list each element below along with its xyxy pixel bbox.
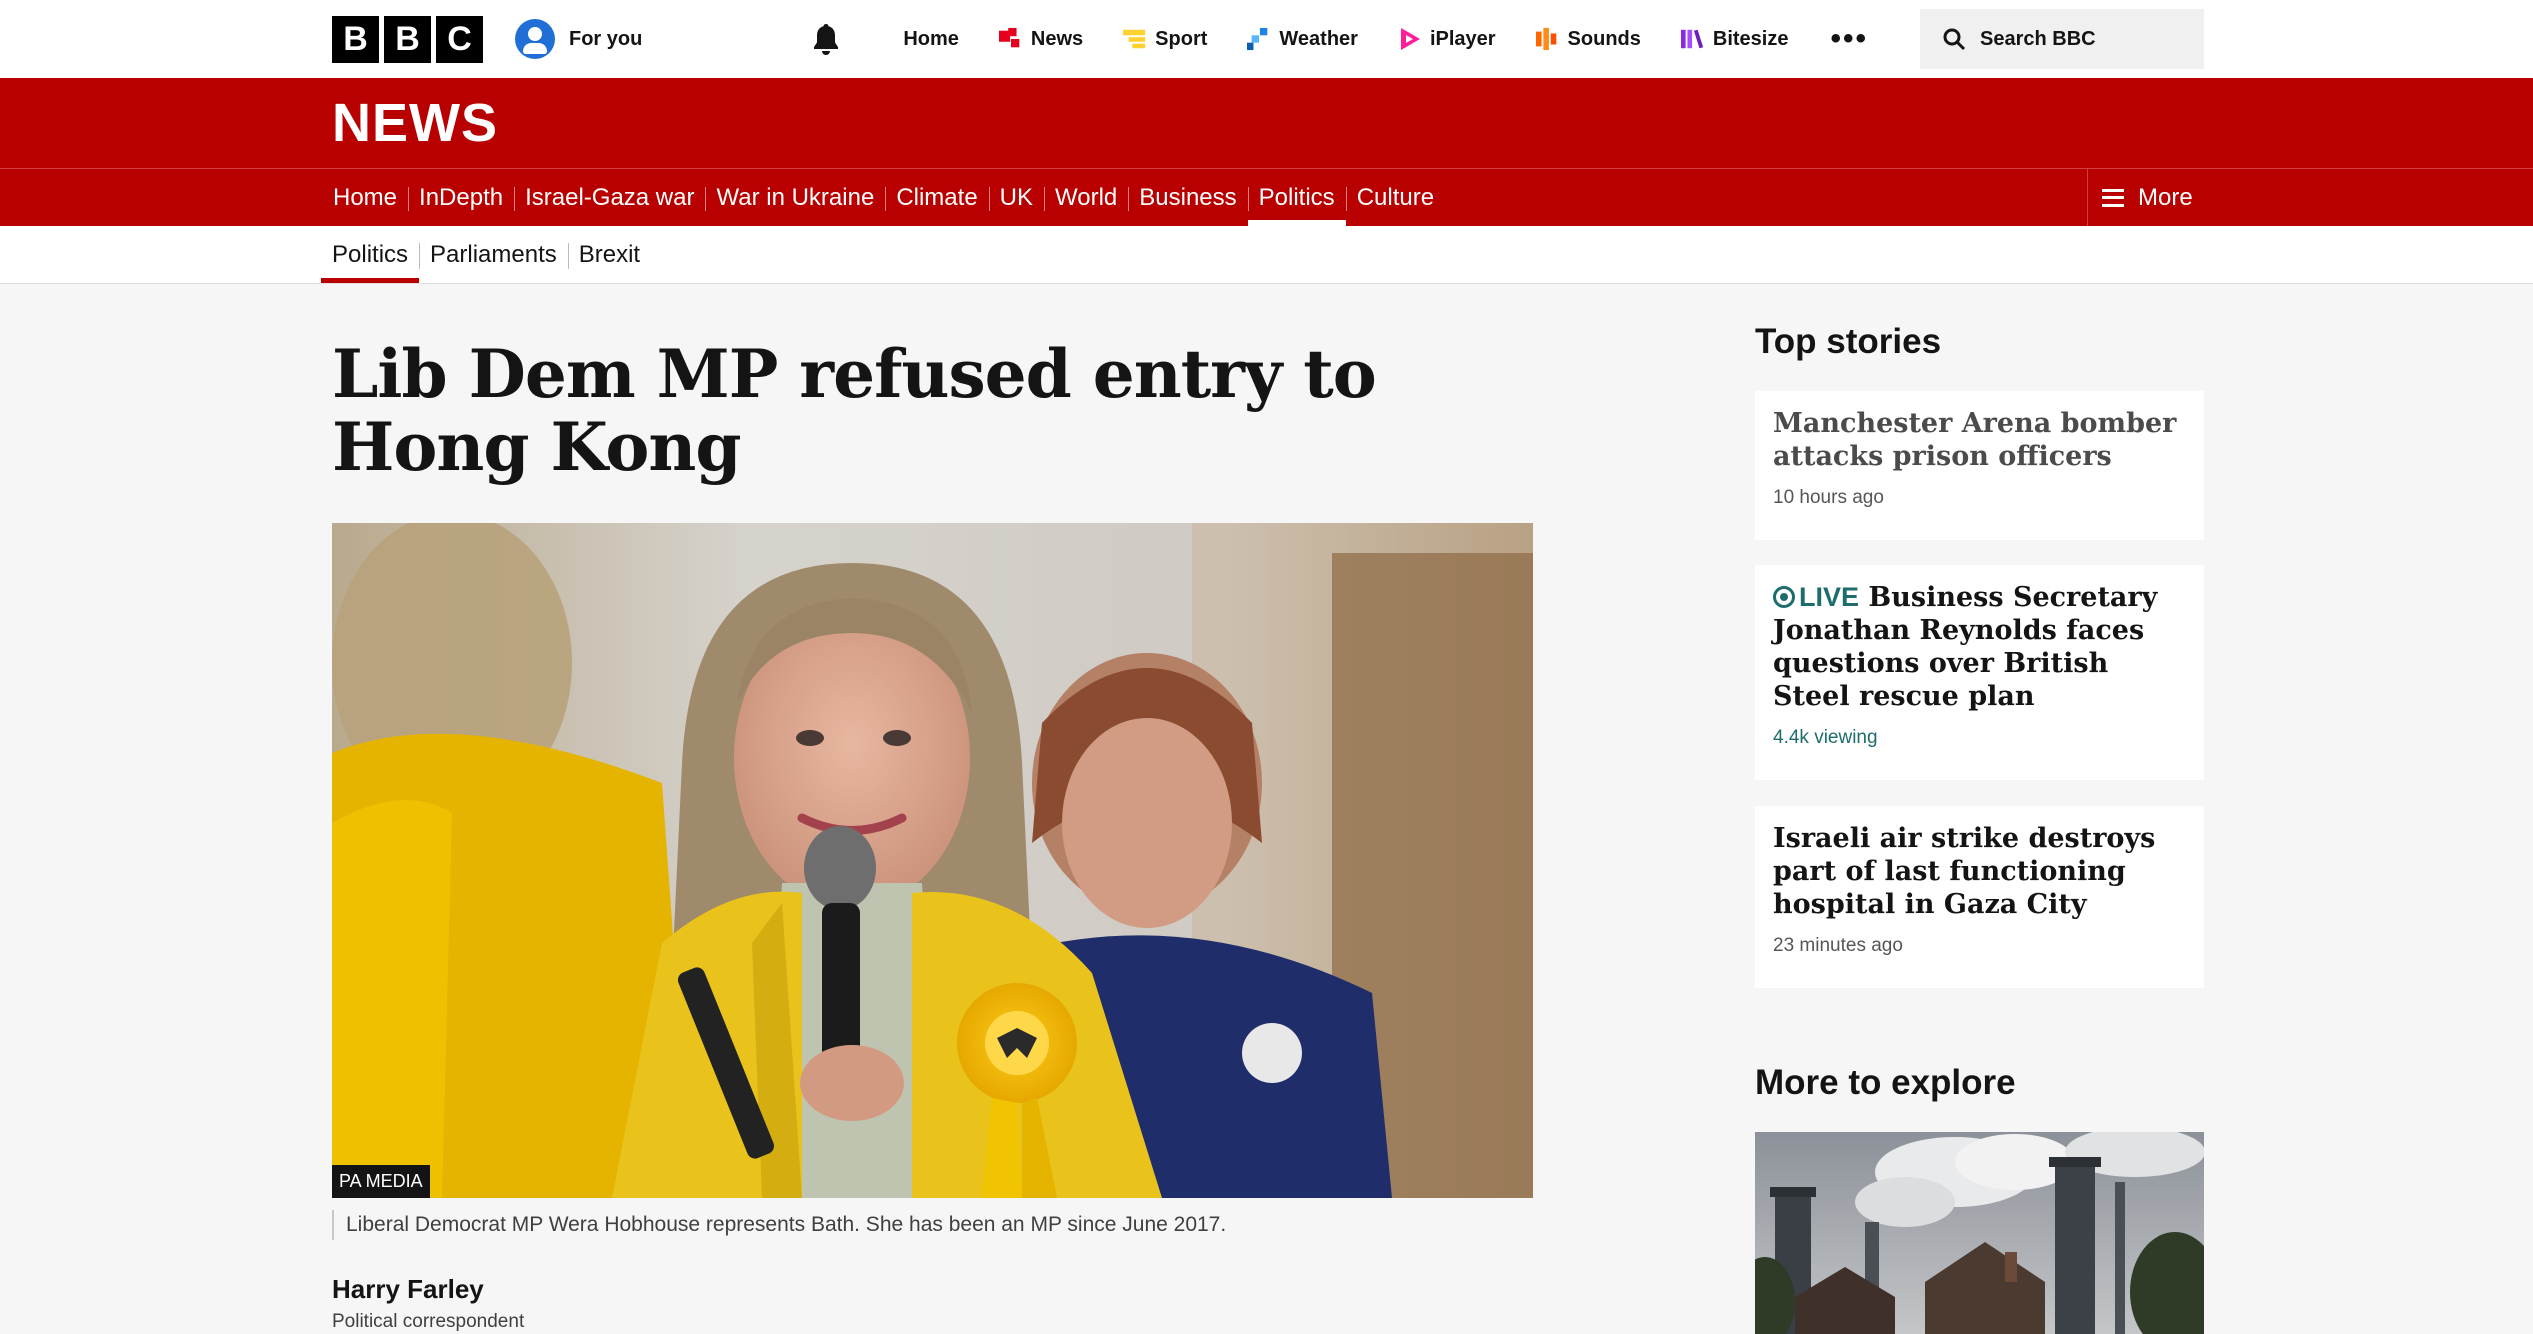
bbc-logo[interactable]: B B C xyxy=(332,15,483,63)
notifications-bell-icon[interactable] xyxy=(809,19,843,59)
account-icon xyxy=(515,19,555,59)
image-caption: Liberal Democrat MP Wera Hobhouse repres… xyxy=(332,1210,1226,1240)
bitesize-icon xyxy=(1680,29,1704,49)
section-nav-item-israel-gaza-war[interactable]: Israel-Gaza war xyxy=(514,169,705,226)
global-nav-label: Home xyxy=(903,27,959,50)
bbc-logo-letter: B xyxy=(332,15,379,63)
bbc-global-bar: B B C For you Home News Sport Weather iP… xyxy=(0,0,2533,79)
search-bbc-button[interactable]: Search BBC xyxy=(1920,9,2204,69)
image-credit: PA MEDIA xyxy=(332,1165,430,1198)
author-name: Harry Farley xyxy=(332,1274,484,1304)
section-nav-item-uk[interactable]: UK xyxy=(988,169,1044,226)
sounds-icon xyxy=(1535,27,1556,51)
section-nav-item-climate[interactable]: Climate xyxy=(885,169,988,226)
bbc-logo-letter: C xyxy=(436,15,483,63)
section-nav-item-war-in-ukraine[interactable]: War in Ukraine xyxy=(705,169,885,226)
news-masthead: NEWS xyxy=(0,78,2533,168)
section-nav-item-indepth[interactable]: InDepth xyxy=(408,169,514,226)
global-nav-label: Sport xyxy=(1155,27,1208,50)
article-hero-image: PA MEDIA xyxy=(332,523,1533,1198)
top-story-card[interactable]: Israeli air strike destroys part of last… xyxy=(1755,806,2204,988)
search-icon xyxy=(1943,28,1966,51)
global-nav: Home News Sport Weather iPlayer Sounds B… xyxy=(883,0,1890,78)
top-story-title: Israeli air strike destroys part of last… xyxy=(1773,823,2156,920)
global-nav-label: Bitesize xyxy=(1712,27,1789,50)
global-nav-news[interactable]: News xyxy=(979,0,1103,78)
section-nav-item-world[interactable]: World xyxy=(1044,169,1128,226)
news-icon xyxy=(998,27,1020,48)
hamburger-menu-icon xyxy=(2102,188,2124,207)
more-to-explore-heading: More to explore xyxy=(1755,1063,2016,1102)
top-story-timestamp: 23 minutes ago xyxy=(1773,935,1903,956)
top-story-title: Manchester Arena bomber attacks prison o… xyxy=(1773,408,2177,472)
global-nav-bitesize[interactable]: Bitesize xyxy=(1661,0,1809,78)
section-nav-item-home[interactable]: Home xyxy=(322,169,408,226)
global-nav-home[interactable]: Home xyxy=(883,0,979,78)
section-nav-item-politics[interactable]: Politics xyxy=(1247,169,1346,226)
top-story-card-live[interactable]: LIVE Business Secretary Jonathan Reynold… xyxy=(1755,565,2204,780)
iplayer-icon xyxy=(1400,28,1420,50)
global-nav-iplayer[interactable]: iPlayer xyxy=(1378,0,1516,78)
top-story-timestamp: 10 hours ago xyxy=(1773,487,1884,508)
top-story-card[interactable]: Manchester Arena bomber attacks prison o… xyxy=(1755,391,2204,540)
sub-nav-item-politics[interactable]: Politics xyxy=(321,226,420,283)
section-nav: Home InDepth Israel-Gaza war War in Ukra… xyxy=(0,168,2533,226)
section-nav-item-business[interactable]: Business xyxy=(1128,169,1247,226)
weather-icon xyxy=(1247,27,1268,51)
global-nav-label: Sounds xyxy=(1567,27,1641,50)
live-viewer-count: 4.4k viewing xyxy=(1773,727,1878,748)
top-stories-heading: Top stories xyxy=(1755,322,1942,361)
more-label: More xyxy=(2138,183,2193,211)
news-logo[interactable]: NEWS xyxy=(332,92,498,154)
sub-nav-item-brexit[interactable]: Brexit xyxy=(567,226,651,283)
for-you-button[interactable]: For you xyxy=(515,19,642,59)
more-to-explore-image[interactable] xyxy=(1755,1132,2204,1334)
section-nav-item-culture[interactable]: Culture xyxy=(1345,169,1445,226)
global-nav-weather[interactable]: Weather xyxy=(1227,0,1378,78)
global-nav-label: iPlayer xyxy=(1429,27,1496,50)
section-nav-more-button[interactable]: More xyxy=(2087,169,2204,226)
global-nav-label: News xyxy=(1030,27,1084,50)
sub-nav-item-parliaments[interactable]: Parliaments xyxy=(419,226,568,283)
global-nav-sounds[interactable]: Sounds xyxy=(1516,0,1661,78)
author-role: Political correspondent xyxy=(332,1311,525,1332)
global-nav-sport[interactable]: Sport xyxy=(1103,0,1227,78)
article-headline: Lib Dem MP refused entry to Hong Kong xyxy=(332,335,1377,486)
bbc-logo-letter: B xyxy=(384,15,431,63)
global-nav-label: Weather xyxy=(1279,27,1358,50)
for-you-label: For you xyxy=(569,27,643,50)
politics-sub-nav: Politics Parliaments Brexit xyxy=(0,226,2533,284)
search-label: Search BBC xyxy=(1980,27,2096,50)
live-label: LIVE xyxy=(1799,582,1860,612)
live-indicator-icon xyxy=(1773,586,1795,608)
more-menu-dots-icon[interactable]: ••• xyxy=(1808,22,1890,56)
sport-icon xyxy=(1123,29,1146,49)
